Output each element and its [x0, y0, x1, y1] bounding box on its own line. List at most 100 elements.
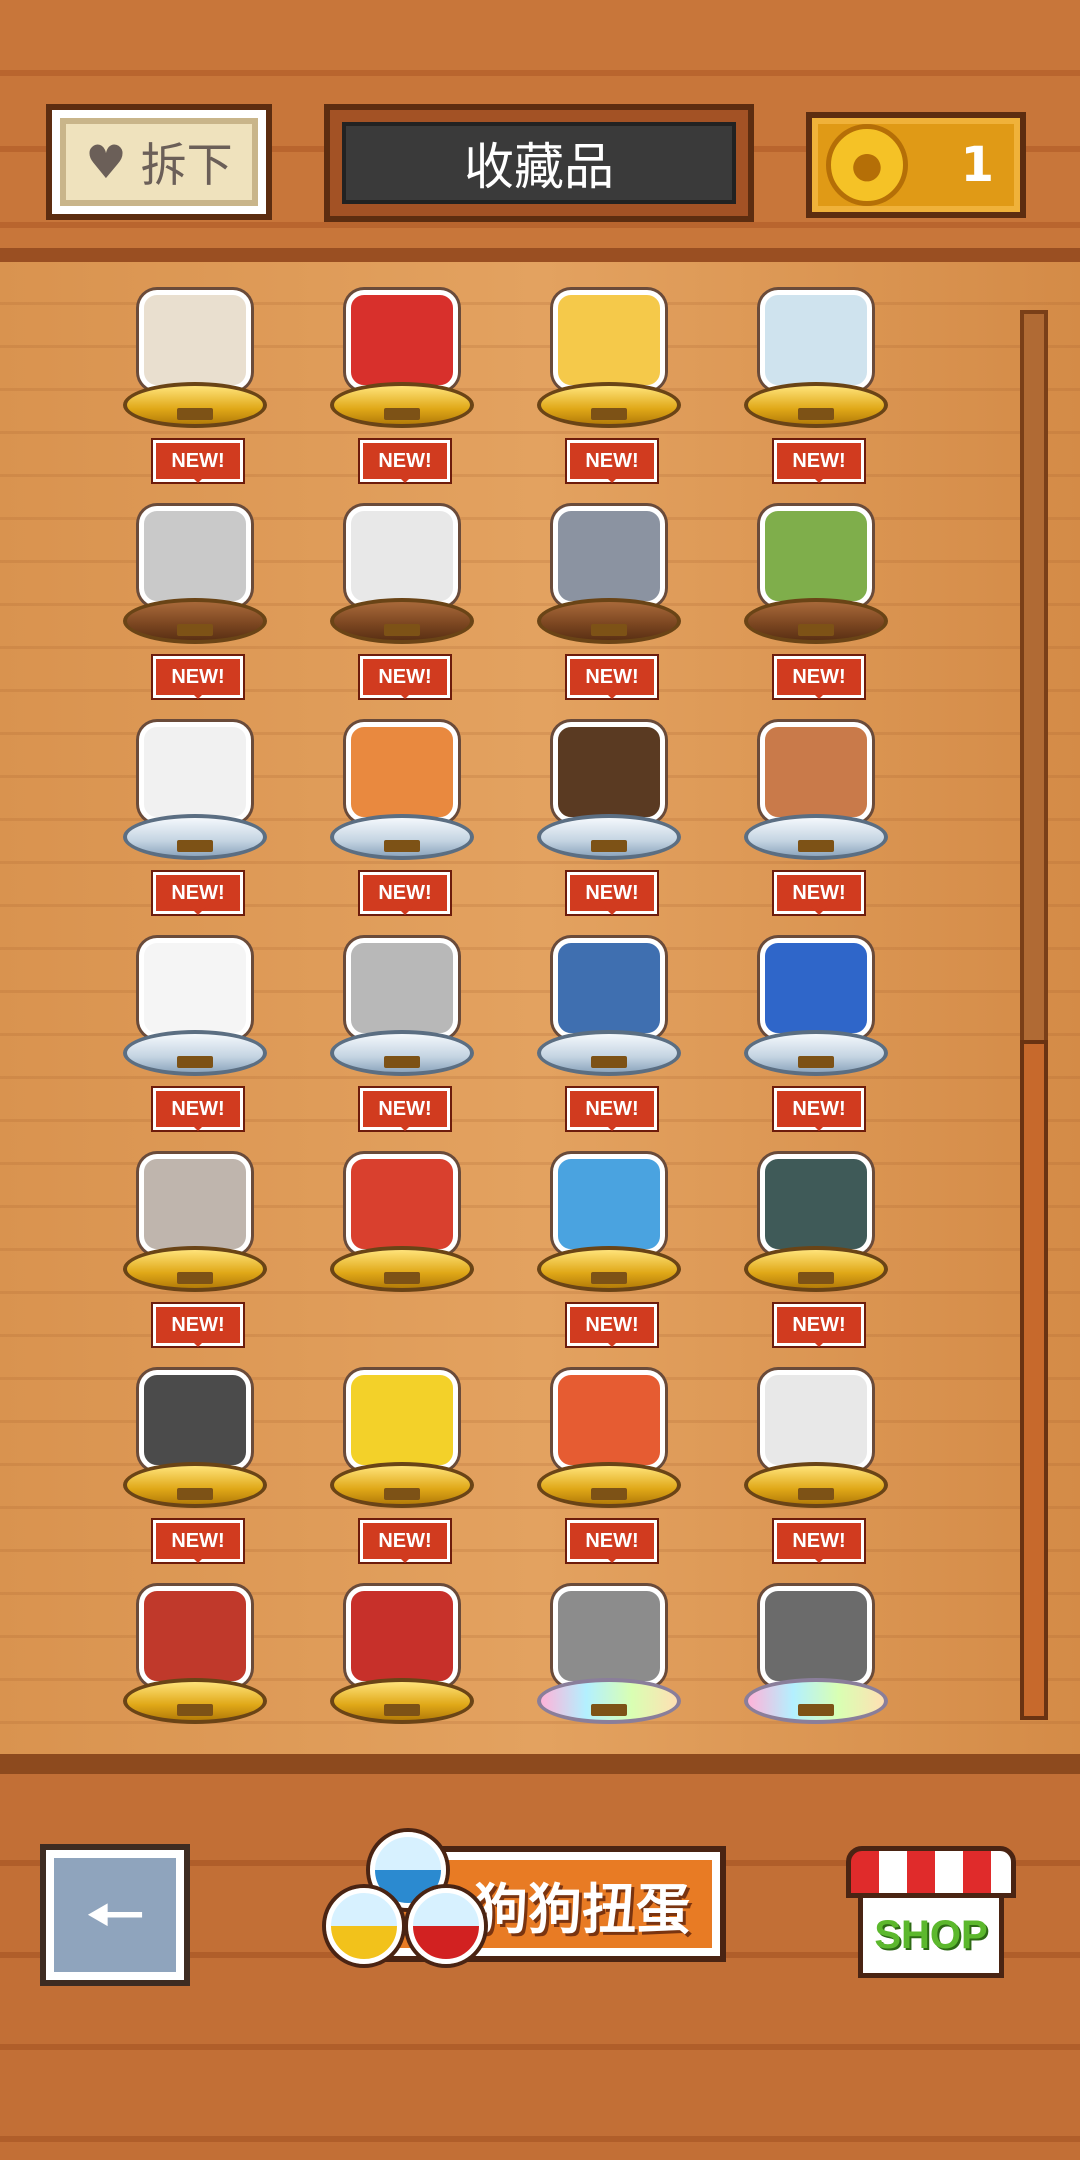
dog-figure-icon — [139, 1586, 251, 1686]
collectible-item[interactable]: NEW! — [115, 872, 275, 1078]
dog-figure-icon — [139, 722, 251, 822]
collectible-item[interactable]: NEW! — [322, 1520, 482, 1726]
dog-figure-icon — [346, 1154, 458, 1254]
new-badge: NEW! — [567, 1520, 657, 1563]
collectible-item[interactable]: NEW! — [529, 1520, 689, 1726]
arrow-left-icon: 🠔 — [84, 1874, 146, 1956]
new-badge: NEW! — [153, 656, 243, 699]
dog-figure-icon — [346, 290, 458, 390]
shop-button[interactable]: SHOP — [846, 1846, 1016, 1980]
trophy-base — [537, 1246, 681, 1292]
yellow-capsule-icon — [326, 1888, 402, 1964]
trophy-base — [330, 382, 474, 428]
dog-figure-icon — [760, 290, 872, 390]
name-plate — [384, 1056, 420, 1068]
new-badge: NEW! — [774, 872, 864, 915]
collectible-item[interactable]: NEW! — [736, 656, 896, 862]
trophy-base — [330, 1462, 474, 1508]
trophy-base — [123, 1030, 267, 1076]
collectible-item[interactable]: NEW! — [115, 1520, 275, 1726]
collectible-item[interactable]: NEW! — [736, 1520, 896, 1726]
name-plate — [384, 624, 420, 636]
dog-figure-icon — [346, 506, 458, 606]
collectible-item[interactable]: NEW! — [736, 872, 896, 1078]
trophy-base — [744, 1246, 888, 1292]
new-badge: NEW! — [567, 656, 657, 699]
dog-figure-icon — [553, 722, 665, 822]
name-plate — [384, 1272, 420, 1284]
dog-figure-icon — [760, 1154, 872, 1254]
name-plate — [384, 1488, 420, 1500]
collectible-item[interactable]: NEW! — [529, 872, 689, 1078]
dog-figure-icon — [553, 1154, 665, 1254]
dog-figure-icon — [139, 506, 251, 606]
name-plate — [591, 408, 627, 420]
new-badge: NEW! — [567, 1304, 657, 1347]
collectible-item[interactable]: NEW! — [736, 440, 896, 646]
name-plate — [591, 1056, 627, 1068]
new-badge: NEW! — [360, 1520, 450, 1563]
trophy-base — [123, 382, 267, 428]
name-plate — [798, 1704, 834, 1716]
collectible-item[interactable]: NEW! — [529, 440, 689, 646]
dog-figure-icon — [139, 1370, 251, 1470]
new-badge: NEW! — [774, 1088, 864, 1131]
collectible-item[interactable]: NEW! — [115, 440, 275, 646]
trophy-base — [537, 1030, 681, 1076]
name-plate — [798, 1488, 834, 1500]
collection-grid: NEW! NEW! NEW! NEW! NEW! NEW! NEW! NEW! NEW! NEW!… — [115, 270, 935, 1724]
scrollbar-thumb[interactable] — [1020, 1040, 1048, 1720]
name-plate — [798, 1272, 834, 1284]
dog-figure-icon — [346, 1370, 458, 1470]
back-button[interactable]: 🠔 — [46, 1850, 184, 1980]
trophy-base — [537, 1678, 681, 1724]
name-plate — [177, 840, 213, 852]
coin-count: 1 — [960, 137, 994, 193]
collectible-item[interactable]: NEW! — [322, 440, 482, 646]
shop-label: SHOP — [874, 1913, 988, 1957]
trophy-base — [123, 598, 267, 644]
collectible-item[interactable]: NEW! — [529, 1088, 689, 1294]
collectible-item[interactable] — [115, 270, 275, 430]
new-badge: NEW! — [153, 1304, 243, 1347]
collectible-item[interactable]: NEW! — [529, 1304, 689, 1510]
remove-button[interactable]: ♥ 拆下 — [52, 110, 266, 214]
name-plate — [177, 1272, 213, 1284]
collectible-item[interactable]: NEW! — [529, 656, 689, 862]
name-plate — [384, 840, 420, 852]
trophy-base — [123, 1246, 267, 1292]
title-plaque: 收藏品 — [324, 104, 754, 222]
new-badge: NEW! — [567, 1088, 657, 1131]
dog-figure-icon — [760, 1370, 872, 1470]
dog-figure-icon — [760, 1586, 872, 1686]
name-plate — [591, 840, 627, 852]
collectible-item[interactable]: NEW! — [736, 1304, 896, 1510]
new-badge: NEW! — [774, 440, 864, 483]
paw-coin-icon: ● — [826, 124, 908, 206]
name-plate — [384, 1704, 420, 1716]
collectible-item[interactable]: NEW! — [736, 1088, 896, 1294]
dog-figure-icon — [139, 938, 251, 1038]
collectible-item[interactable]: NEW! — [115, 1304, 275, 1510]
collectible-item[interactable]: NEW! — [322, 872, 482, 1078]
collectible-item[interactable]: NEW! — [322, 1088, 482, 1294]
collectible-item[interactable]: NEW! — [322, 656, 482, 862]
collectible-item[interactable] — [322, 1350, 482, 1510]
collectible-item[interactable] — [529, 270, 689, 430]
trophy-base — [744, 382, 888, 428]
collectible-item[interactable]: NEW! — [115, 656, 275, 862]
collectible-item[interactable] — [322, 270, 482, 430]
name-plate — [591, 1488, 627, 1500]
trophy-base — [537, 1462, 681, 1508]
collectible-item[interactable] — [736, 270, 896, 430]
trophy-base — [744, 598, 888, 644]
dog-figure-icon — [139, 1154, 251, 1254]
new-badge: NEW! — [774, 656, 864, 699]
new-badge: NEW! — [153, 1088, 243, 1131]
dog-gacha-button[interactable]: 狗狗扭蛋 — [318, 1828, 722, 1978]
collectible-item[interactable]: NEW! — [115, 1088, 275, 1294]
new-badge: NEW! — [360, 872, 450, 915]
dog-figure-icon — [346, 722, 458, 822]
trophy-base — [744, 1030, 888, 1076]
trophy-base — [744, 1678, 888, 1724]
